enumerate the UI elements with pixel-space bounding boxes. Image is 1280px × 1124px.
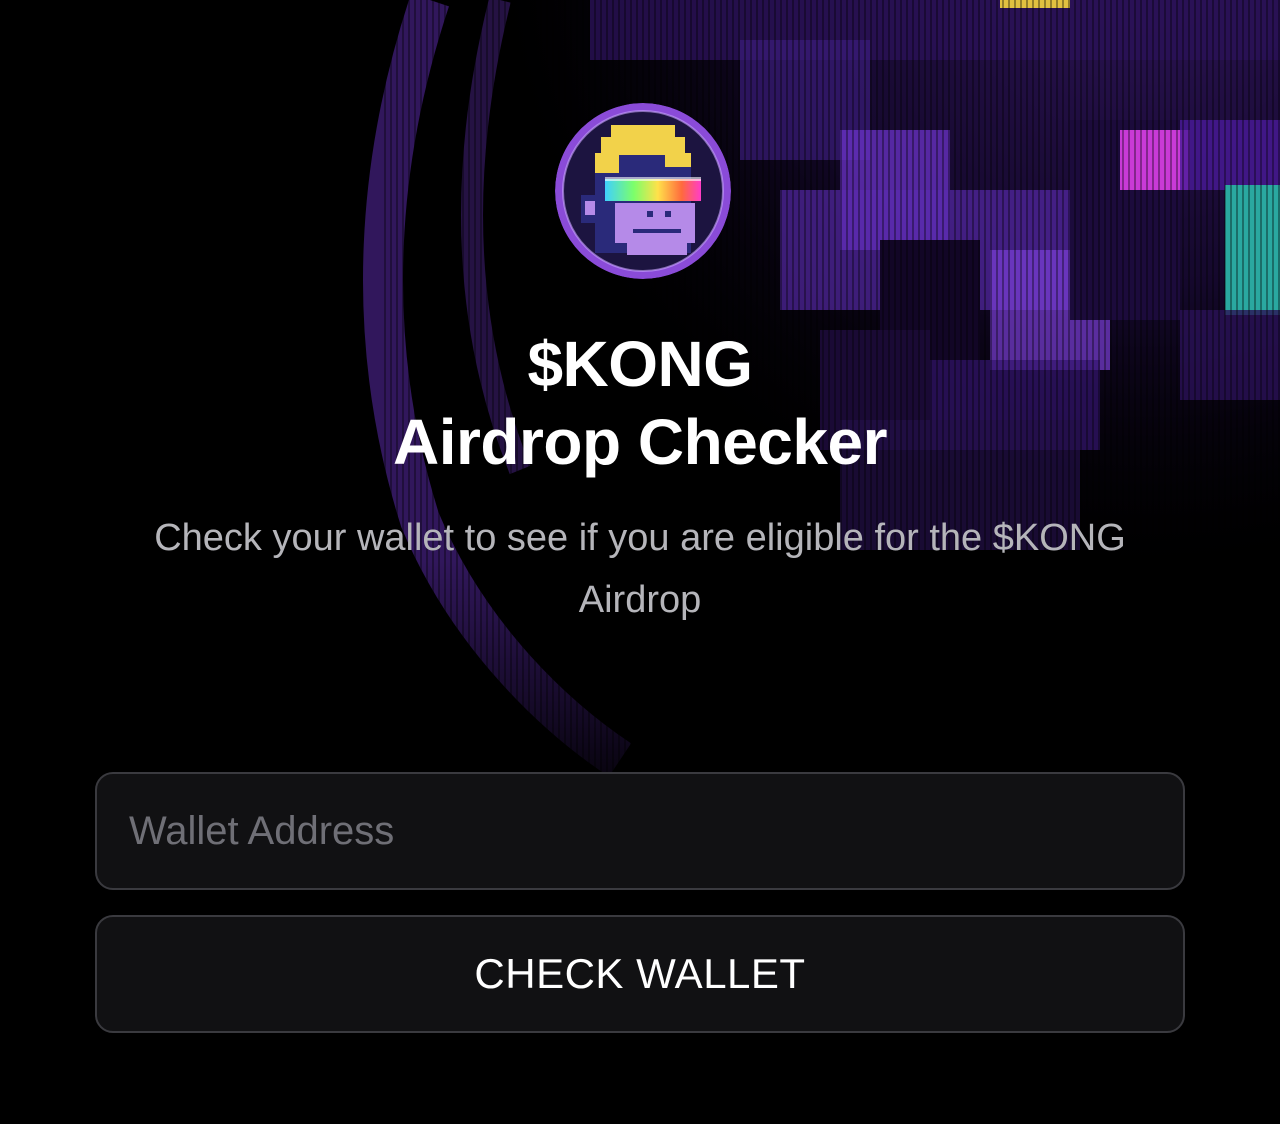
page-title-token: $KONG — [527, 328, 753, 400]
check-wallet-button[interactable]: CHECK WALLET — [95, 915, 1185, 1033]
wallet-address-input[interactable] — [95, 772, 1185, 890]
page: $KONG Airdrop Checker Check your wallet … — [0, 0, 1280, 1124]
page-subtitle: Check your wallet to see if you are elig… — [154, 517, 1126, 621]
pixel-ape-logo-icon — [555, 103, 731, 279]
airdrop-checker-panel: $KONG Airdrop Checker Check your wallet … — [0, 0, 1280, 1124]
page-title: Airdrop Checker — [393, 406, 887, 478]
